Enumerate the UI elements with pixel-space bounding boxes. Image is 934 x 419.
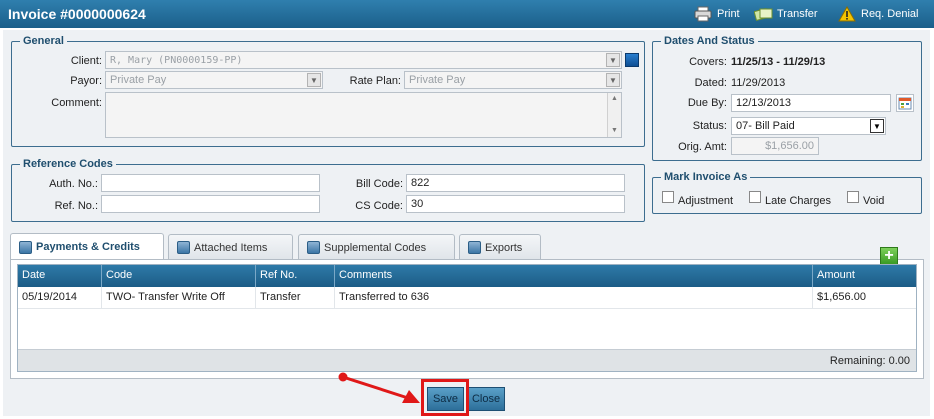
payor-label: Payor: [70, 75, 102, 87]
req-denial-button[interactable]: Req. Denial [838, 5, 918, 23]
column-header-amount[interactable]: Amount [813, 265, 916, 287]
calendar-icon[interactable] [896, 94, 914, 112]
payor-value: Private Pay [110, 74, 167, 86]
cell-ref-no: Transfer [256, 287, 335, 309]
close-label: Close [471, 393, 501, 405]
tab-payments-credits[interactable]: Payments & Credits [10, 233, 164, 260]
late-charges-checkbox[interactable] [749, 191, 761, 203]
attached-items-icon [177, 241, 190, 254]
tab-supplemental-codes[interactable]: Supplemental Codes [298, 234, 455, 260]
cell-comments: Transferred to 636 [335, 287, 813, 309]
add-payment-button[interactable]: + [880, 247, 898, 265]
transfer-label: Transfer [777, 8, 818, 20]
dated-label: Dated: [694, 77, 727, 89]
column-header-ref-no[interactable]: Ref No. [256, 265, 335, 287]
remaining-total: Remaining: 0.00 [829, 355, 910, 367]
tab-exports[interactable]: Exports [459, 234, 541, 260]
cs-code-value: 30 [411, 198, 424, 210]
rate-plan-value: Private Pay [409, 74, 466, 86]
tab-attached-items-label: Attached Items [194, 241, 268, 254]
ref-no-label: Ref. No.: [54, 200, 98, 212]
highlight-arrow-icon [338, 372, 420, 403]
bill-code-input[interactable]: 822 [406, 174, 625, 192]
orig-amt-label: Orig. Amt: [678, 141, 727, 153]
bill-code-label: Bill Code: [355, 178, 403, 190]
cs-code-label: CS Code: [355, 200, 403, 212]
cs-code-input[interactable]: 30 [406, 195, 625, 213]
comment-scrollbar[interactable]: ▲ ▼ [607, 93, 621, 137]
printer-icon [694, 6, 712, 22]
tab-supplemental-codes-label: Supplemental Codes [324, 241, 427, 254]
payments-icon [19, 240, 32, 254]
covers-value: 11/25/13 - 11/29/13 [731, 56, 826, 68]
mark-invoice-legend: Mark Invoice As [664, 171, 748, 183]
client-lookup-icon[interactable] [625, 53, 639, 67]
mark-invoice-section: Mark Invoice As [652, 171, 922, 214]
bill-code-value: 822 [411, 177, 430, 189]
due-by-value: 12/13/2013 [736, 97, 792, 109]
client-value: R, Mary (PN0000159-PP) [110, 55, 243, 66]
void-checkbox[interactable] [847, 191, 859, 203]
adjustment-checkbox[interactable] [662, 191, 674, 203]
late-charges-label: Late Charges [765, 195, 832, 207]
cell-code: TWO- Transfer Write Off [102, 287, 256, 309]
exports-icon [468, 241, 481, 254]
ref-no-input[interactable] [101, 195, 320, 213]
chevron-down-icon: ▼ [870, 119, 884, 133]
status-value: 07- Bill Paid [736, 120, 795, 132]
client-select[interactable]: R, Mary (PN0000159-PP) ▼ [105, 51, 622, 69]
auth-no-label: Auth. No.: [49, 178, 98, 190]
save-highlight-box [421, 379, 469, 416]
reference-codes-legend: Reference Codes [23, 158, 113, 170]
adjustment-label: Adjustment [678, 195, 734, 207]
grid-footer: Remaining: 0.00 [18, 349, 916, 371]
supplemental-codes-icon [307, 241, 320, 254]
table-row[interactable]: 05/19/2014 TWO- Transfer Write Off Trans… [18, 287, 916, 309]
plus-icon: + [884, 247, 894, 264]
covers-label: Covers: [689, 56, 727, 68]
tab-exports-label: Exports [485, 241, 523, 254]
chevron-down-icon: ▼ [606, 73, 620, 87]
comment-textarea[interactable]: ▲ ▼ [105, 92, 622, 138]
status-label: Status: [692, 120, 727, 132]
print-button[interactable]: Print [694, 5, 740, 23]
status-select[interactable]: 07- Bill Paid ▼ [731, 117, 886, 135]
window-title: Invoice #0000000624 [8, 6, 146, 22]
void-label: Void [863, 195, 885, 207]
rate-plan-label: Rate Plan: [349, 75, 401, 87]
orig-amt-input[interactable]: $1,656.00 [731, 137, 819, 155]
orig-amt-value: $1,656.00 [765, 140, 814, 152]
req-denial-label: Req. Denial [861, 8, 919, 20]
transfer-button[interactable]: Transfer [753, 5, 818, 23]
payor-select[interactable]: Private Pay ▼ [105, 71, 323, 89]
dates-status-legend: Dates And Status [664, 35, 755, 47]
payments-grid: Date Code Ref No. Comments Amount 05/19/… [17, 264, 917, 372]
print-label: Print [717, 8, 740, 20]
column-header-comments[interactable]: Comments [335, 265, 813, 287]
cell-date: 05/19/2014 [18, 287, 102, 309]
transfer-icon [753, 6, 773, 22]
column-header-code[interactable]: Code [102, 265, 256, 287]
due-by-input[interactable]: 12/13/2013 [731, 94, 891, 112]
general-legend: General [23, 35, 64, 47]
tab-payments-credits-label: Payments & Credits [36, 241, 140, 253]
rate-plan-select[interactable]: Private Pay ▼ [404, 71, 622, 89]
column-header-date[interactable]: Date [18, 265, 102, 287]
grid-header: Date Code Ref No. Comments Amount [18, 265, 916, 287]
tab-attached-items[interactable]: Attached Items [168, 234, 293, 260]
comment-label: Comment: [51, 97, 102, 109]
due-by-label: Due By: [687, 97, 727, 109]
cell-amount: $1,656.00 [817, 291, 866, 303]
client-label: Client: [70, 55, 102, 67]
chevron-down-icon: ▼ [606, 53, 620, 67]
chevron-down-icon: ▼ [307, 73, 321, 87]
warning-icon [838, 5, 856, 22]
auth-no-input[interactable] [101, 174, 320, 192]
close-button[interactable]: Close [467, 387, 505, 411]
dated-value: 11/29/2013 [731, 77, 786, 89]
window-titlebar: Invoice #0000000624 Print Transfer Req. … [0, 0, 934, 28]
